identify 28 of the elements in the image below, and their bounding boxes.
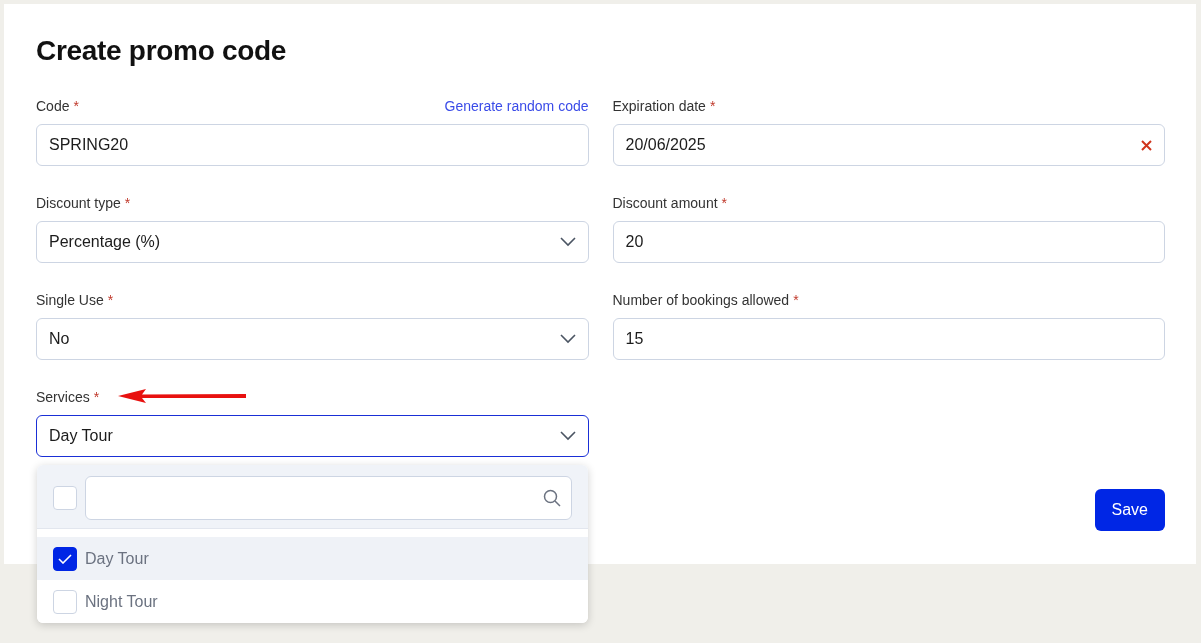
generate-link[interactable]: Generate random code [444,98,589,114]
select-field[interactable]: Percentage (%) [36,221,589,263]
select-all-checkbox[interactable] [53,486,77,510]
dropdown-option[interactable]: Day Tour [37,537,588,580]
input-field[interactable]: 20/06/2025 [612,124,1165,166]
dropdown-option[interactable]: Night Tour [37,580,588,623]
check-icon [58,553,72,564]
search-field[interactable] [85,476,572,520]
input-field[interactable]: 15 [612,318,1165,360]
search-icon [542,489,561,507]
select-field[interactable]: No [36,318,589,360]
close-icon[interactable] [1141,139,1152,151]
field-label: Number of bookings allowed * [612,292,799,308]
field-label: Discount type * [36,195,131,211]
field-label: Services * [36,389,100,405]
input-field[interactable]: 20 [612,221,1165,263]
field-label: Discount amount * [612,195,727,211]
page-title: Create promo code [36,34,288,68]
field-label: Code * [36,98,79,114]
field-label: Expiration date * [612,98,716,114]
select-field[interactable]: Day Tour [36,415,589,457]
chevron-down-icon [559,334,576,344]
save-button[interactable]: Save [1094,489,1165,531]
chevron-down-icon [559,237,576,247]
field-label: Single Use * [36,292,114,308]
chevron-down-icon [559,431,576,441]
option-checkbox[interactable] [53,546,77,571]
input-field[interactable]: SPRING20 [36,124,589,166]
